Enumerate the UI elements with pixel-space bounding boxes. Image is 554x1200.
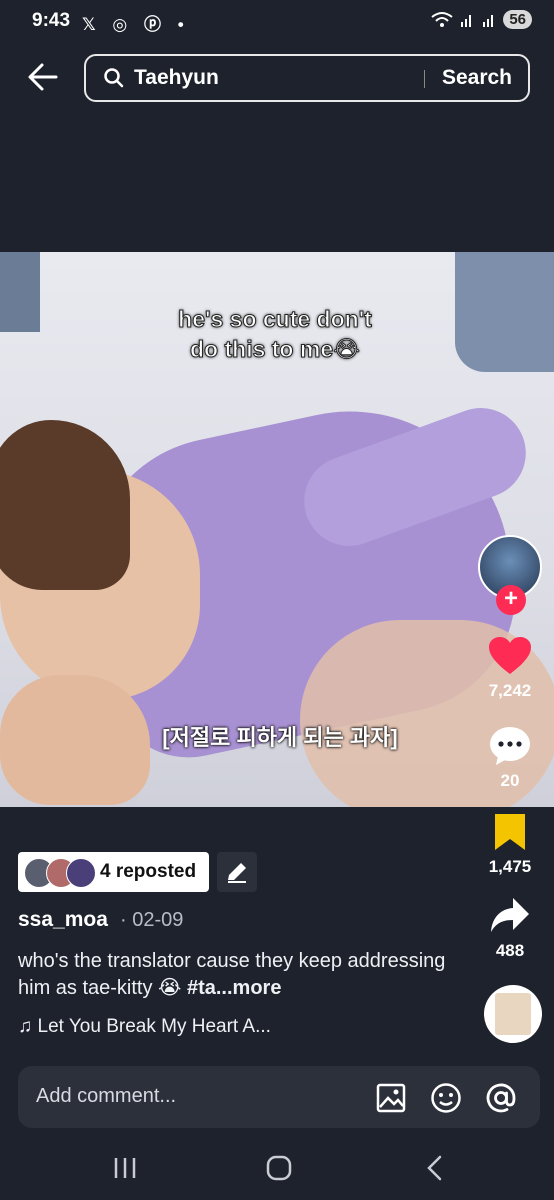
status-bar: 9:43 𝕏 ◎ ⓟ • 56 <box>0 0 554 44</box>
share-button[interactable]: 488 <box>470 896 550 961</box>
post-username[interactable]: ssa_moa <box>18 908 108 932</box>
mention-icon[interactable] <box>484 1081 518 1115</box>
save-count: 1,475 <box>488 857 532 876</box>
search-icon <box>104 68 124 88</box>
search-button[interactable]: Search <box>442 66 512 90</box>
edit-button[interactable] <box>217 852 257 892</box>
emoji-icon[interactable] <box>430 1082 462 1114</box>
comment-icon <box>490 727 530 765</box>
recent-apps-icon[interactable] <box>112 1156 138 1180</box>
pencil-icon <box>228 863 246 883</box>
video-subtitle: [저절로 피하게 되는 과자] <box>162 725 398 750</box>
caption-line-2: do this to me😭 <box>190 336 361 363</box>
notification-icons: 𝕏 ◎ ⓟ • <box>82 15 190 34</box>
follow-button[interactable]: + <box>496 585 526 615</box>
repost-badge[interactable]: 4 reposted <box>18 852 209 892</box>
search-bar[interactable]: Taehyun Search <box>84 54 530 102</box>
share-icon <box>491 898 529 932</box>
comment-bar[interactable]: Add comment... <box>18 1066 540 1128</box>
back-nav-icon[interactable] <box>424 1155 446 1181</box>
arrow-left-icon <box>28 63 58 91</box>
home-icon[interactable] <box>266 1155 292 1181</box>
like-count: 7,242 <box>488 681 532 700</box>
music-info[interactable]: ♫ Let You Break My Heart A... <box>18 1016 271 1038</box>
background-figure-right <box>455 252 554 372</box>
save-button[interactable]: 1,475 <box>470 812 550 877</box>
search-input[interactable]: Taehyun <box>134 66 219 90</box>
comment-button[interactable]: 20 <box>470 726 550 791</box>
repost-avatar-3 <box>66 858 96 888</box>
video-person-hair <box>0 420 130 590</box>
back-button[interactable] <box>26 60 66 100</box>
comment-input[interactable]: Add comment... <box>36 1085 176 1108</box>
caption-line-1: he's so cute don't <box>178 306 373 333</box>
hashtag-link[interactable]: #ta... <box>187 977 233 999</box>
bookmark-icon <box>495 814 525 850</box>
image-icon[interactable] <box>376 1083 406 1113</box>
system-nav-bar <box>0 1140 554 1200</box>
share-count: 488 <box>495 941 525 960</box>
signal-icon <box>461 14 472 27</box>
video-hand <box>0 675 150 805</box>
album-art <box>495 993 531 1035</box>
post-description[interactable]: who's the translator cause they keep add… <box>18 948 468 1002</box>
status-indicators: 56 <box>431 10 532 29</box>
battery-indicator: 56 <box>503 10 532 29</box>
signal-icon-2 <box>483 14 494 27</box>
repost-label: 4 reposted <box>100 861 197 882</box>
background-figure-left <box>0 252 40 332</box>
heart-icon <box>489 637 531 674</box>
search-divider <box>424 70 425 88</box>
video-caption: he's so cute don't do this to me😭 <box>110 304 440 364</box>
post-date: · 02-09 <box>120 909 184 931</box>
wifi-icon <box>431 11 453 27</box>
more-link[interactable]: more <box>233 977 282 999</box>
comment-count: 20 <box>500 771 520 790</box>
status-time: 9:43 <box>32 10 71 31</box>
like-button[interactable]: 7,242 <box>470 636 550 701</box>
music-disc[interactable] <box>484 985 542 1043</box>
